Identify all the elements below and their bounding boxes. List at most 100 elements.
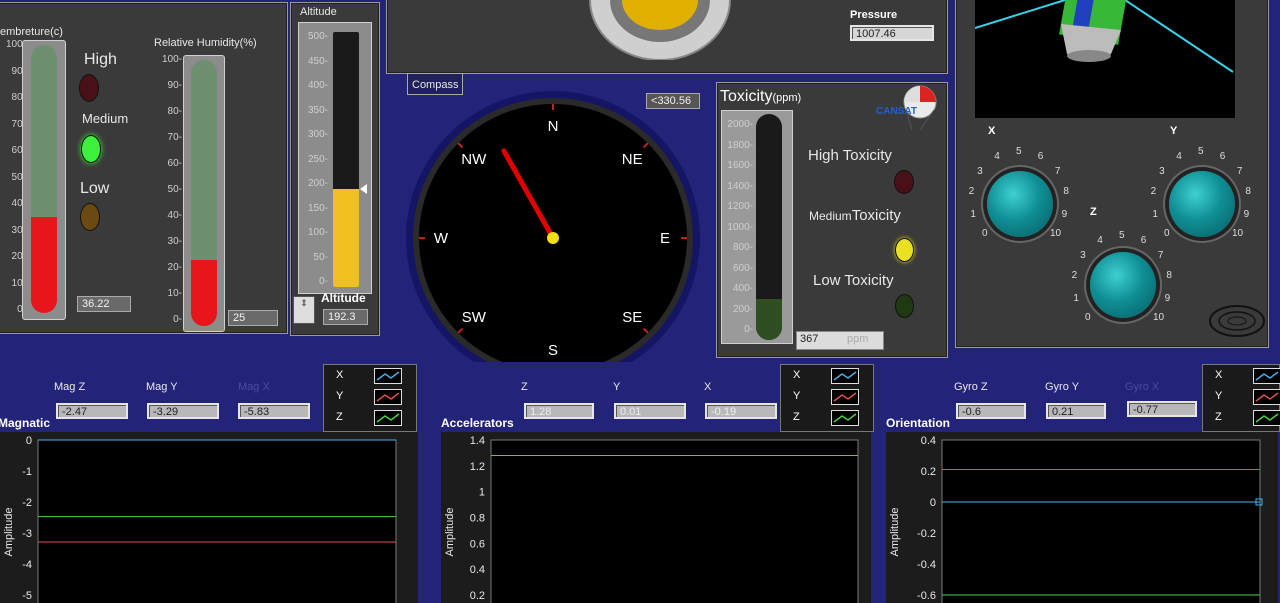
humidity-scale-tick: 10- (167, 288, 182, 299)
altitude-pointer[interactable] (360, 184, 367, 195)
magnetic-title: Magnatic (0, 416, 51, 430)
altitude-scale-tick: 350- (307, 104, 328, 116)
knob-scale-number: 6 (1037, 151, 1044, 163)
knob-scale-number: 1 (1152, 208, 1158, 220)
orientation-title: Orientation (886, 416, 951, 430)
knob-scale-number: 4 (1176, 151, 1182, 163)
knob-scale-number: 8 (1245, 186, 1251, 198)
altitude-label: Altitude (321, 291, 366, 305)
mag-x-label: Mag X (238, 381, 270, 393)
altitude-scale-tick: 150- (307, 202, 328, 214)
legend-label-x: X (793, 369, 801, 381)
knob-x[interactable] (987, 171, 1053, 237)
knob-scale-number: 3 (1159, 165, 1165, 177)
magnetic-legend[interactable]: XYZ (323, 364, 417, 432)
legend-label-x: X (1215, 369, 1223, 381)
knob-scale-number: 10 (1231, 227, 1244, 239)
toxicity-scale: 2000- 1800- 1600- 1400- 1200- 1000- 800- 600- 40… (717, 119, 759, 335)
mag-y-label: Mag Y (146, 381, 178, 393)
legend-swatch-x[interactable] (831, 368, 859, 384)
knob-scale-number: 5 (1016, 146, 1022, 157)
acc-x-value: -0.19 (705, 403, 777, 419)
legend-label-x: X (336, 369, 344, 381)
humidity-thermometer (183, 55, 225, 332)
altitude-scale-tick: 200- (307, 178, 328, 189)
altitude-scale-tick: 500- (307, 31, 328, 42)
acc-z-value: 1.28 (524, 403, 594, 419)
y-tick-label: 0 (930, 497, 936, 509)
knob-z-indicator-icon (1208, 302, 1266, 340)
y-tick-label: 1.2 (470, 461, 485, 473)
toxicity-value: 367 (800, 333, 819, 345)
humidity-value: 25 (228, 310, 278, 326)
altitude-scale-tick: 50- (313, 251, 328, 263)
toxicity-scale-tick: 1800- (727, 139, 753, 151)
low-label: Low (80, 180, 110, 197)
plot-area (490, 439, 859, 603)
humidity-scale-tick: 70- (167, 132, 182, 143)
knob-scale-number: 7 (1236, 165, 1243, 177)
knob-scale-number: 3 (1080, 249, 1086, 261)
altitude-title: Altitude (300, 6, 337, 18)
humidity-title: Relative Humidity(%) (154, 37, 257, 49)
compass-label-w: W (434, 230, 449, 247)
plot-area (37, 439, 397, 603)
legend-swatch-y[interactable] (374, 389, 402, 405)
knob-y[interactable] (1169, 171, 1235, 237)
knob-z[interactable] (1090, 252, 1156, 318)
legend-swatch-z[interactable] (374, 410, 402, 426)
y-tick-label: -4 (22, 559, 32, 571)
knob-scale-number: 4 (1097, 235, 1103, 247)
toxicity-scale-tick: 600- (732, 262, 753, 274)
mag-y-value: -3.29 (147, 403, 219, 419)
altitude-scale: 500- 450- 400- 350- 300- 250- 200- 150- 100- 50- 0… (298, 31, 334, 287)
toxicity-scale-tick: 800- (732, 242, 753, 253)
y-tick-label: -2 (22, 497, 32, 509)
humidity-scale-tick: 90- (167, 80, 182, 91)
low-toxicity-label: Low Toxicity (813, 272, 894, 289)
legend-label-y: Y (1215, 390, 1223, 402)
humidity-scale-tick: 20- (167, 262, 182, 273)
altitude-value: 192.3 (323, 309, 368, 325)
high-label: High (84, 51, 117, 68)
y-tick-label: 0.2 (921, 466, 936, 478)
humidity-scale-tick: 30- (167, 236, 182, 247)
acc-x-label: X (704, 381, 712, 393)
y-tick-label: 1.4 (470, 435, 485, 447)
knob-scale-number: 3 (977, 165, 983, 177)
gyro-z-value: -0.6 (956, 403, 1026, 419)
y-tick-label: -1 (22, 466, 32, 478)
knob-scale-number: 9 (1061, 208, 1068, 220)
orientation-legend[interactable]: XYZ (1202, 364, 1280, 432)
knob-scale-number: 2 (1150, 186, 1157, 198)
altitude-scale-tick: 100- (307, 227, 328, 238)
knob-scale-number: 8 (1063, 186, 1069, 198)
legend-swatch-z[interactable] (831, 410, 859, 426)
legend-swatch-y[interactable] (1253, 389, 1280, 405)
low-toxicity-led (895, 294, 914, 318)
satellite-3d-view (974, 0, 1235, 118)
gyro-y-label: Gyro Y (1045, 381, 1080, 393)
legend-label-z: Z (1215, 411, 1222, 423)
altitude-scale-icon[interactable]: ⇕ (293, 296, 315, 324)
toxicity-scale-tick: 2000- (727, 119, 753, 130)
legend-swatch-x[interactable] (374, 368, 402, 384)
legend-swatch-x[interactable] (1253, 368, 1280, 384)
legend-swatch-y[interactable] (831, 389, 859, 405)
gyro-y-value: 0.21 (1046, 403, 1106, 419)
legend-swatch-z[interactable] (1253, 410, 1280, 426)
compass-label-sw: SW (462, 309, 487, 326)
high-led (79, 74, 99, 102)
low-led (80, 203, 100, 231)
magnetic-chart: 0 -1 -2 -3 -4 -5 Amplitude (3, 435, 397, 603)
medium-toxicity-prefix: Medium (809, 209, 852, 223)
altitude-scale-tick: 250- (307, 153, 328, 165)
altitude-scale-tick: 300- (307, 129, 328, 140)
altitude-scale-tick: 400- (307, 80, 328, 91)
y-tick-label: 0.6 (470, 538, 485, 550)
accelerators-legend[interactable]: XYZ (780, 364, 874, 432)
toxicity-thermometer (756, 114, 782, 340)
y-tick-label: 0.2 (470, 590, 485, 602)
knob-scale-number: 8 (1166, 270, 1172, 282)
knob-scale-number: 1 (1073, 292, 1079, 304)
